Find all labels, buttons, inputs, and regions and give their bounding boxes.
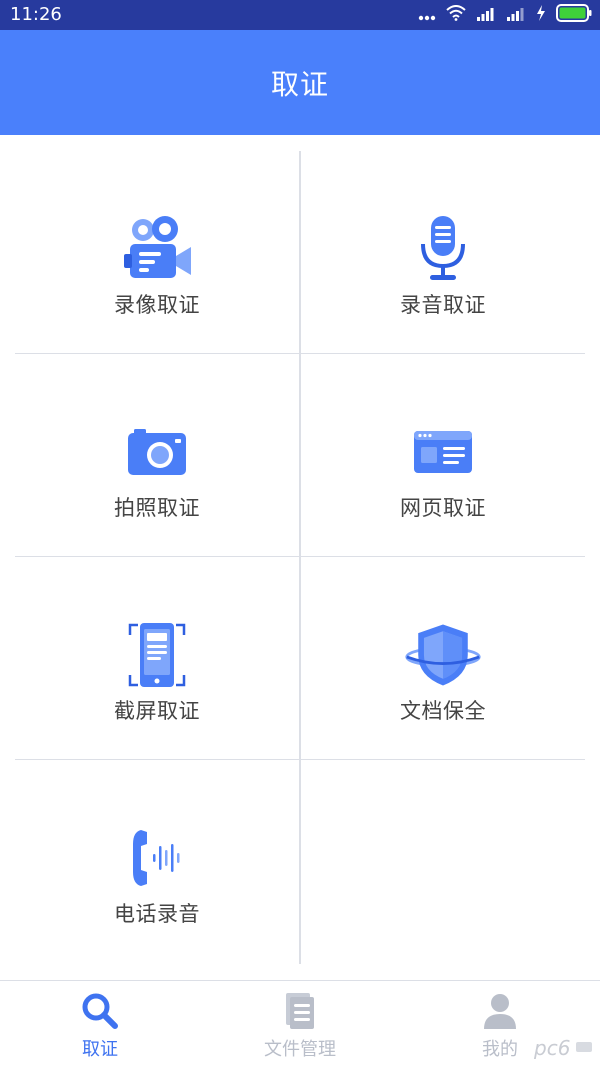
signal-icon [506, 6, 526, 25]
charging-icon [536, 5, 546, 25]
tile-label: 电话录音 [114, 902, 200, 926]
app-header: 取证 [0, 30, 600, 135]
camera-icon [117, 412, 197, 492]
tab-label: 文件管理 [264, 1039, 336, 1060]
evidence-grid: 录像取证 录音取证 拍照取证 网页取证 截屏取证 文档保全 电话录音 [0, 135, 600, 980]
shield-icon [403, 615, 483, 695]
video-camera-icon [117, 209, 197, 289]
tile-label: 拍照取证 [114, 496, 200, 520]
tile-label: 网页取证 [400, 496, 486, 520]
user-icon [480, 991, 520, 1031]
tile-screenshot-evidence[interactable]: 截屏取证 [15, 557, 299, 757]
tab-evidence[interactable]: 取证 [0, 981, 200, 1067]
watermark-logo: pc6 [532, 1034, 594, 1062]
signal-icon [476, 6, 496, 25]
tile-label: 录音取证 [400, 293, 486, 317]
bottom-tab-bar: 取证 文件管理 我的 pc6 [0, 980, 600, 1068]
tile-webpage-evidence[interactable]: 网页取证 [301, 354, 585, 554]
tile-photo-evidence[interactable]: 拍照取证 [15, 354, 299, 554]
document-icon [280, 991, 320, 1031]
tile-audio-evidence[interactable]: 录音取证 [301, 151, 585, 351]
phone-call-icon [117, 818, 197, 898]
tile-label: 录像取证 [114, 293, 200, 317]
tab-label: 我的 [482, 1039, 518, 1060]
status-icons [418, 4, 592, 26]
svg-text:pc6: pc6 [533, 1036, 570, 1060]
page-title: 取证 [270, 67, 329, 101]
search-icon [80, 991, 120, 1031]
status-bar: 11:26 [0, 0, 600, 30]
tab-label: 取证 [82, 1039, 118, 1060]
tile-document-preservation[interactable]: 文档保全 [301, 557, 585, 757]
tile-phone-recording[interactable]: 电话录音 [15, 760, 299, 960]
tab-file-management[interactable]: 文件管理 [200, 981, 400, 1067]
screenshot-phone-icon [117, 615, 197, 695]
battery-icon [556, 4, 592, 26]
webpage-icon [403, 412, 483, 492]
tile-label: 文档保全 [400, 699, 486, 723]
microphone-icon [403, 209, 483, 289]
wifi-icon [446, 5, 466, 25]
status-time: 11:26 [10, 4, 62, 25]
more-dots-icon [418, 6, 436, 25]
tile-video-evidence[interactable]: 录像取证 [15, 151, 299, 351]
tile-label: 截屏取证 [114, 699, 200, 723]
